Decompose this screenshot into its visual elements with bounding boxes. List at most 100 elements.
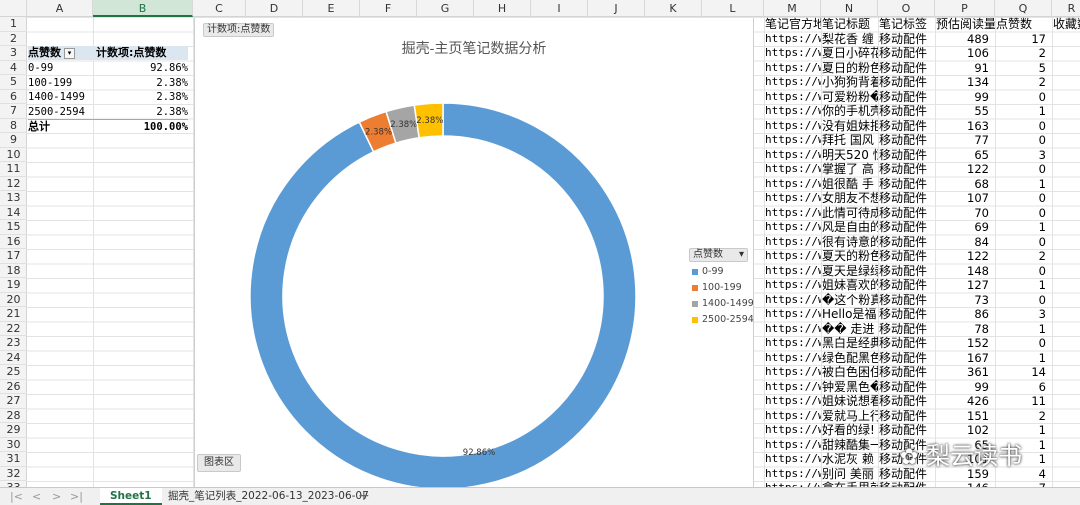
donut-chart-area[interactable]: 计数项:点赞数 掘壳-主页笔记数据分析 92.86% 2.38% 2.38% 2.38…: [194, 18, 754, 487]
row-header-3[interactable]: 3: [0, 46, 27, 61]
table-cell[interactable]: 11: [996, 394, 1053, 409]
table-cell[interactable]: https://w: [765, 176, 822, 191]
table-cell[interactable]: 掌握了 高: [822, 162, 879, 177]
table-cell[interactable]: 移动配件: [879, 176, 936, 191]
row-header-9[interactable]: 9: [0, 133, 27, 148]
table-cell[interactable]: 17: [996, 31, 1053, 46]
table-cell[interactable]: https://w: [765, 205, 822, 220]
column-header-a[interactable]: A: [27, 0, 93, 17]
row-header-28[interactable]: 28: [0, 409, 27, 423]
legend-item[interactable]: 1400-1499: [692, 298, 754, 310]
table-cell[interactable]: 甜辣酷集一: [822, 437, 879, 452]
table-cell[interactable]: 夏天的粉色: [822, 249, 879, 264]
table-cell[interactable]: 3: [996, 307, 1053, 322]
table-cell[interactable]: https://w: [765, 31, 822, 46]
table-cell[interactable]: 489: [936, 31, 996, 46]
table-cell[interactable]: 106: [936, 46, 996, 61]
table-cell[interactable]: 移动配件: [879, 31, 936, 46]
legend-item[interactable]: 2500-2594: [692, 314, 754, 326]
row-header-2[interactable]: 2: [0, 32, 27, 46]
table-cell[interactable]: https://w: [765, 133, 822, 148]
table-header-cell[interactable]: 预估阅读量: [936, 17, 996, 32]
table-cell[interactable]: 0: [996, 263, 1053, 278]
chart-area-button[interactable]: 图表区: [197, 454, 241, 472]
table-cell[interactable]: 78: [936, 321, 996, 336]
table-cell[interactable]: 水泥灰 赖: [822, 452, 879, 467]
table-cell[interactable]: 梨花香 缠: [822, 31, 879, 46]
table-header-cell[interactable]: 笔记标题: [822, 17, 879, 32]
column-header-m[interactable]: M: [764, 0, 821, 17]
row-header-31[interactable]: 31: [0, 452, 27, 467]
table-cell[interactable]: 钟爱黑色�: [822, 379, 879, 394]
table-cell[interactable]: 2: [996, 46, 1053, 61]
table-cell[interactable]: 1: [996, 104, 1053, 119]
row-header-7[interactable]: 7: [0, 104, 27, 119]
table-cell[interactable]: 移动配件: [879, 292, 936, 307]
table-cell[interactable]: 0: [996, 205, 1053, 220]
column-header-p[interactable]: P: [935, 0, 995, 17]
table-header-cell[interactable]: 点赞数: [996, 17, 1053, 32]
table-cell[interactable]: 0: [996, 191, 1053, 206]
column-header-c[interactable]: C: [193, 0, 246, 17]
table-cell[interactable]: https://w: [765, 162, 822, 177]
table-header-cell[interactable]: 收藏数: [1053, 17, 1080, 32]
table-cell[interactable]: 361: [936, 365, 996, 380]
table-header-cell[interactable]: 笔记官方地: [765, 17, 822, 32]
table-cell[interactable]: 移动配件: [879, 321, 936, 336]
table-cell[interactable]: 移动配件: [879, 104, 936, 119]
table-cell[interactable]: 黑白是经典: [822, 336, 879, 351]
legend-item[interactable]: 0-99: [692, 266, 724, 278]
select-all-corner[interactable]: [0, 0, 27, 17]
table-cell[interactable]: 0: [996, 234, 1053, 249]
filter-dropdown-icon[interactable]: ▾: [64, 47, 75, 59]
table-cell[interactable]: 绿色配黑色: [822, 350, 879, 365]
table-cell[interactable]: https://w: [765, 437, 822, 452]
table-cell[interactable]: 移动配件: [879, 379, 936, 394]
table-cell[interactable]: https://w: [765, 220, 822, 235]
table-cell[interactable]: https://w: [765, 89, 822, 104]
table-cell[interactable]: 明天520 恒: [822, 147, 879, 162]
table-cell[interactable]: 移动配件: [879, 46, 936, 61]
table-cell[interactable]: https://w: [765, 263, 822, 278]
table-cell[interactable]: 0: [996, 162, 1053, 177]
table-cell[interactable]: 移动配件: [879, 118, 936, 133]
row-header-11[interactable]: 11: [0, 162, 27, 177]
table-cell[interactable]: 73: [936, 292, 996, 307]
column-header-l[interactable]: L: [702, 0, 764, 17]
table-cell[interactable]: 14: [996, 365, 1053, 380]
table-cell[interactable]: 163: [936, 118, 996, 133]
table-cell[interactable]: 拜托 国风: [822, 133, 879, 148]
row-header-17[interactable]: 17: [0, 249, 27, 264]
table-cell[interactable]: 151: [936, 408, 996, 423]
column-header-h[interactable]: H: [474, 0, 531, 17]
table-cell[interactable]: 移动配件: [879, 205, 936, 220]
table-cell[interactable]: 0: [996, 336, 1053, 351]
first-sheet-icon[interactable]: |<: [10, 488, 23, 505]
row-header-19[interactable]: 19: [0, 278, 27, 293]
row-header-14[interactable]: 14: [0, 206, 27, 220]
column-header-j[interactable]: J: [588, 0, 645, 17]
table-cell[interactable]: 移动配件: [879, 234, 936, 249]
table-cell[interactable]: 1: [996, 176, 1053, 191]
table-cell[interactable]: 99: [936, 89, 996, 104]
column-header-q[interactable]: Q: [995, 0, 1052, 17]
pivot-row-label[interactable]: 1400-1499: [28, 90, 94, 104]
table-cell[interactable]: https://w: [765, 336, 822, 351]
row-header-27[interactable]: 27: [0, 394, 27, 409]
table-cell[interactable]: 2: [996, 75, 1053, 90]
table-cell[interactable]: 3: [996, 147, 1053, 162]
table-cell[interactable]: https://w: [765, 234, 822, 249]
table-cell[interactable]: 84: [936, 234, 996, 249]
table-cell[interactable]: 移动配件: [879, 162, 936, 177]
last-sheet-icon[interactable]: >|: [70, 488, 83, 505]
table-cell[interactable]: 移动配件: [879, 278, 936, 293]
table-cell[interactable]: 77: [936, 133, 996, 148]
row-header-21[interactable]: 21: [0, 307, 27, 322]
table-cell[interactable]: 移动配件: [879, 147, 936, 162]
table-cell[interactable]: 移动配件: [879, 89, 936, 104]
row-header-26[interactable]: 26: [0, 380, 27, 394]
table-cell[interactable]: https://w: [765, 379, 822, 394]
table-cell[interactable]: 移动配件: [879, 133, 936, 148]
table-cell[interactable]: 别问 美丽: [822, 466, 879, 481]
table-cell[interactable]: 68: [936, 176, 996, 191]
